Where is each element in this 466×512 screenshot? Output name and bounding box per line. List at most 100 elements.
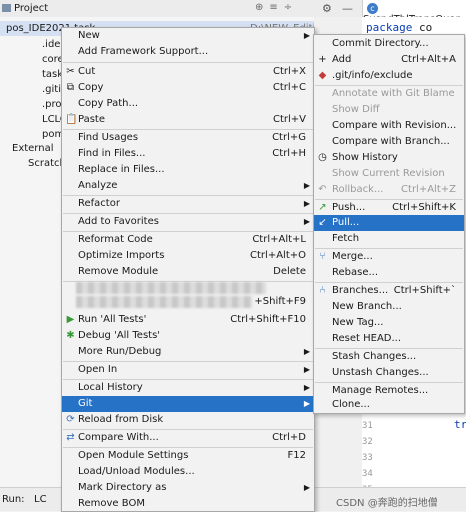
git-item-rollback[interactable]: ↶ Rollback... Ctrl+Alt+Z [314,182,464,198]
redacted-block [76,296,252,308]
pull-icon: ↙ [318,217,327,228]
menu-item-reformat-code[interactable]: Reformat Code Ctrl+Alt+L [62,232,314,248]
git-item-branches[interactable]: ⑃ Branches... Ctrl+Shift+` [314,283,464,299]
context-menu: New ▶ Add Framework Support... ✂ Cut Ctrl+X… [61,27,315,512]
line-number: 32 [362,437,373,447]
git-item-stash[interactable]: Stash Changes... [314,349,464,365]
git-item-new-branch[interactable]: New Branch... [314,299,464,315]
tree-row[interactable]: .giti [42,82,61,97]
submenu-arrow-icon: ▶ [303,399,310,408]
git-item-new-tag[interactable]: New Tag... [314,315,464,331]
menu-item-open-module-settings[interactable]: Open Module Settings F12 [62,448,314,464]
hide-icon[interactable]: — [342,2,353,15]
rollback-icon: ↶ [318,184,327,195]
copy-icon: ⧉ [66,82,75,93]
run-icon: ▶ [66,314,75,325]
git-item-exclude[interactable]: ◆ .git/info/exclude [314,68,464,84]
tree-row[interactable]: task [42,67,63,82]
project-icon [2,4,11,12]
submenu-arrow-icon: ▶ [303,217,310,226]
submenu-arrow-icon: ▶ [303,483,310,492]
merge-icon: ⑂ [319,251,326,262]
git-item-pull[interactable]: ↙ Pull... [314,215,464,231]
menu-item-copy[interactable]: ⧉ Copy Ctrl+C [62,80,314,96]
submenu-arrow-icon: ▶ [303,347,310,356]
menu-item-copy-path[interactable]: Copy Path... [62,96,314,112]
git-exclude-icon: ◆ [318,70,327,81]
code-keyword: package [366,21,413,34]
menu-item-reload-from-disk[interactable]: ⟳ Reload from Disk [62,412,314,428]
git-item-compare-branch[interactable]: Compare with Branch... [314,134,464,150]
git-item-push[interactable]: ↗ Push... Ctrl+Shift+K [314,200,464,216]
redacted-block [76,282,266,294]
code-text: co [412,21,433,34]
menu-item-new[interactable]: New ▶ [62,28,314,44]
branch-icon: ⑃ [319,285,326,296]
submenu-arrow-icon: ▶ [303,365,310,374]
push-icon: ↗ [318,202,327,213]
gear-icon[interactable]: ⚙ [322,2,332,15]
git-submenu: Commit Directory... + Add Ctrl+Alt+A ◆ .git… [313,34,465,414]
menu-item-replace-in-files[interactable]: Replace in Files... [62,162,314,178]
line-number: 33 [362,453,373,463]
debug-icon: ✱ [66,330,75,341]
watermark: CSDN @奔跑的扫地僧 [336,498,438,509]
git-item-commit-directory[interactable]: Commit Directory... [314,36,464,52]
git-item-show-current-revision[interactable]: Show Current Revision [314,166,464,182]
history-icon: ◷ [318,152,327,163]
git-item-show-history[interactable]: ◷ Show History [314,150,464,166]
git-item-rebase[interactable]: Rebase... [314,265,464,281]
menu-item-run-all-tests[interactable]: ▶ Run 'All Tests' Ctrl+Shift+F10 [62,312,314,328]
menu-item-debug-all-tests[interactable]: ✱ Debug 'All Tests' [62,328,314,344]
menu-item-redacted[interactable]: +Shift+F9 [62,294,314,310]
submenu-arrow-icon: ▶ [303,181,310,190]
editor-tab[interactable]: cSuspdTblTransQuar [362,0,466,25]
menu-item-find-usages[interactable]: Find Usages Ctrl+G [62,130,314,146]
menu-item-cut[interactable]: ✂ Cut Ctrl+X [62,64,314,80]
menu-item-add-to-favorites[interactable]: Add to Favorites ▶ [62,214,314,230]
git-item-show-diff[interactable]: Show Diff [314,102,464,118]
menu-item-compare-with[interactable]: ⇄ Compare With... Ctrl+D [62,430,314,446]
code-text: tr [454,418,466,431]
git-item-compare-revision[interactable]: Compare with Revision... [314,118,464,134]
class-icon: c [367,3,378,14]
run-tab[interactable]: LC [34,494,47,505]
menu-item-find-in-files[interactable]: Find in Files... Ctrl+H [62,146,314,162]
reload-icon: ⟳ [66,414,75,425]
toolbar-icons[interactable]: ⊕≡÷ [255,2,315,15]
menu-item-local-history[interactable]: Local History ▶ [62,380,314,396]
menu-separator [63,62,313,63]
project-label[interactable]: Project [14,3,48,14]
menu-item-add-framework[interactable]: Add Framework Support... [62,44,314,60]
git-item-clone[interactable]: Clone... [314,397,464,413]
menu-item-open-in[interactable]: Open In ▶ [62,362,314,378]
scissors-icon: ✂ [66,66,75,77]
plus-icon: + [318,54,327,65]
git-item-unstash[interactable]: Unstash Changes... [314,365,464,381]
git-item-fetch[interactable]: Fetch [314,231,464,247]
submenu-arrow-icon: ▶ [303,383,310,392]
compare-icon: ⇄ [66,432,75,443]
menu-item-remove-module[interactable]: Remove Module Delete [62,264,314,280]
code-line: package co [366,21,432,34]
menu-item-optimize-imports[interactable]: Optimize Imports Ctrl+Alt+O [62,248,314,264]
git-item-merge[interactable]: ⑂ Merge... [314,249,464,265]
project-toolbar: Project ⊕≡÷ ⚙ — cSuspdTblTransQuar [0,0,466,25]
tree-row[interactable]: .pro [42,97,62,112]
tree-row[interactable]: .ide [42,37,60,52]
git-item-annotate[interactable]: Annotate with Git Blame [314,86,464,102]
menu-item-analyze[interactable]: Analyze ▶ [62,178,314,194]
paste-icon: 📋 [65,114,78,125]
menu-item-paste[interactable]: 📋 Paste Ctrl+V [62,112,314,128]
menu-item-more-run-debug[interactable]: More Run/Debug ▶ [62,344,314,360]
menu-item-git[interactable]: Git ▶ [62,396,314,412]
menu-item-load-unload-modules[interactable]: Load/Unload Modules... [62,464,314,480]
run-label: Run: [2,494,25,505]
menu-item-mark-directory-as[interactable]: Mark Directory as ▶ [62,480,314,496]
git-item-reset-head[interactable]: Reset HEAD... [314,331,464,347]
tree-row[interactable]: External [12,141,54,156]
menu-item-refactor[interactable]: Refactor ▶ [62,196,314,212]
line-number: 31 [362,421,373,431]
submenu-arrow-icon: ▶ [303,199,310,208]
git-item-add[interactable]: + Add Ctrl+Alt+A [314,52,464,68]
